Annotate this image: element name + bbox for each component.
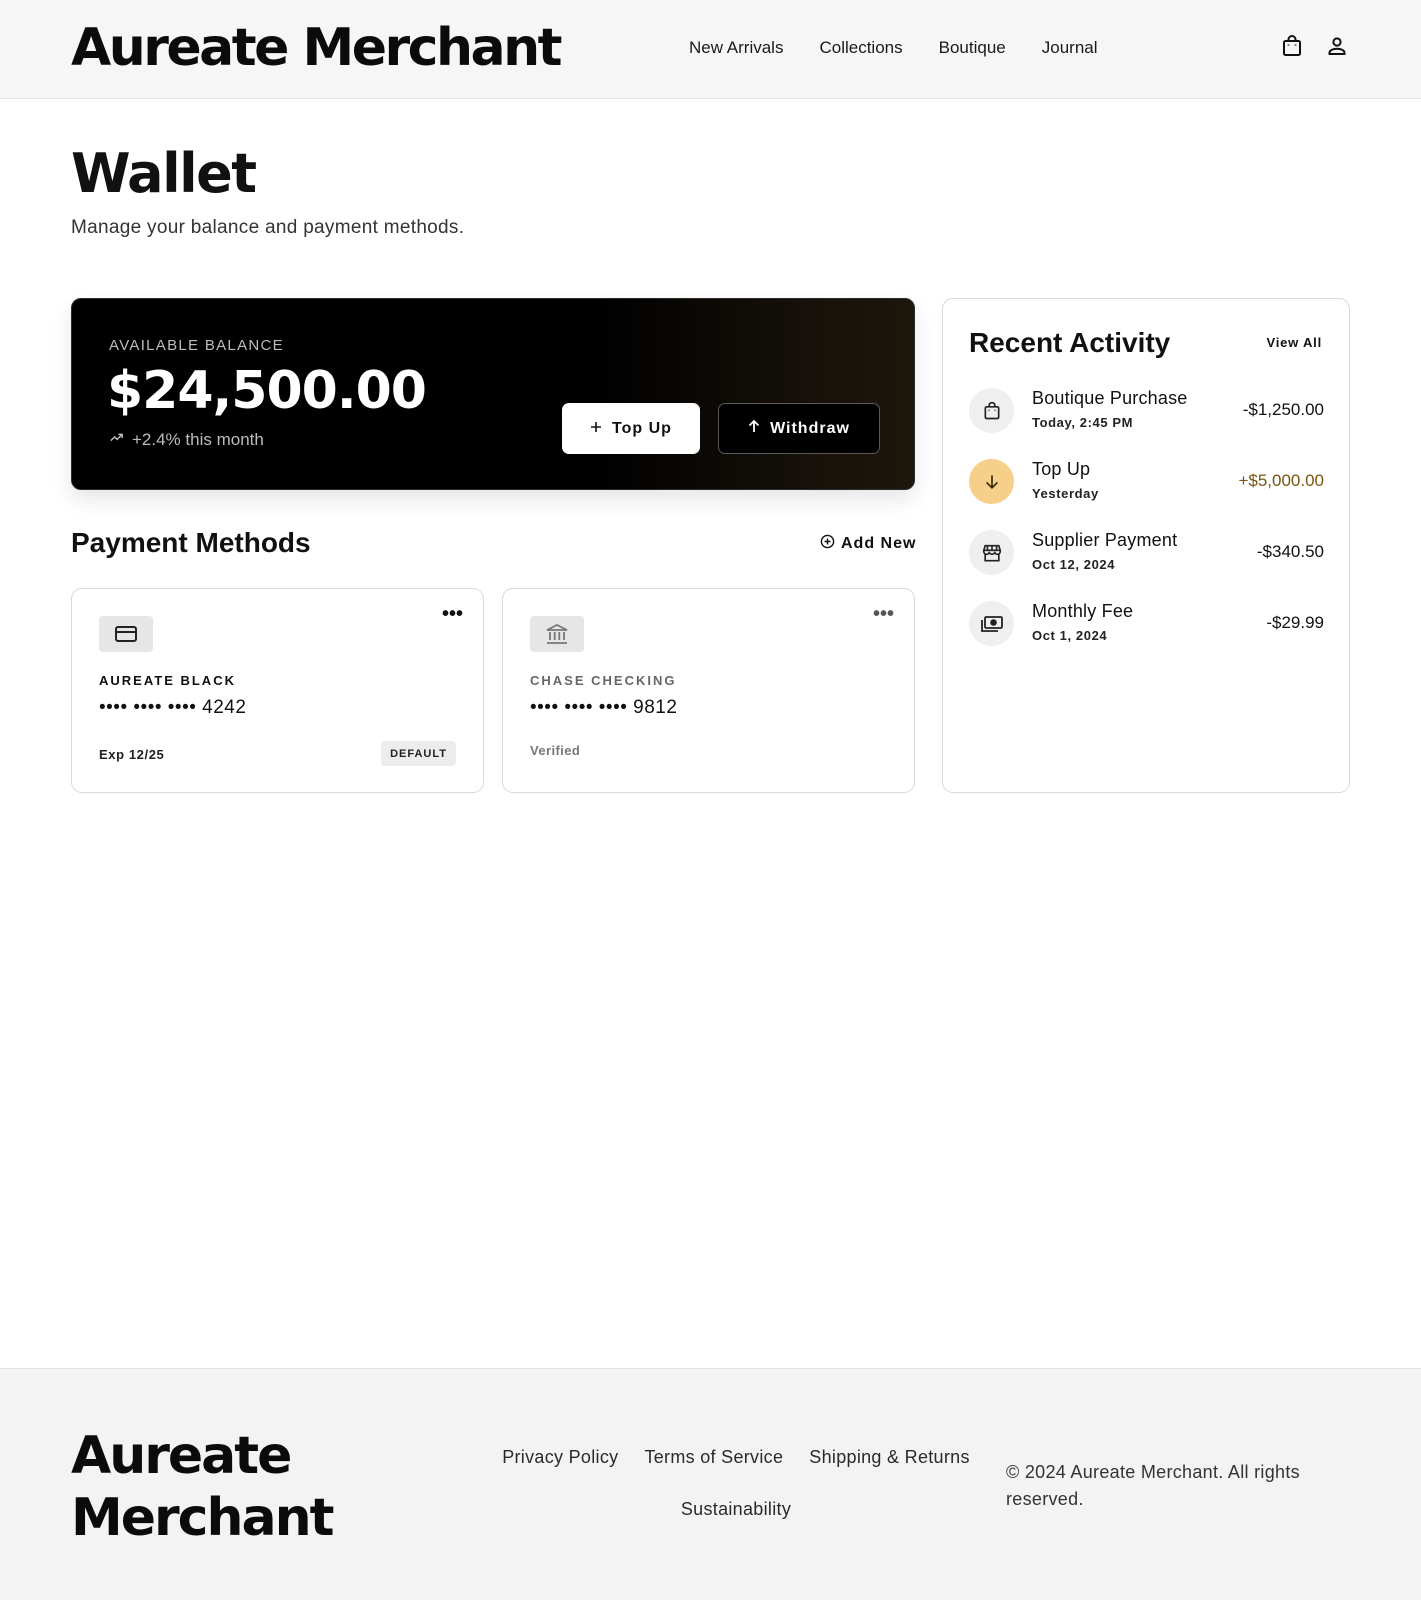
arrow-up-icon xyxy=(748,419,760,438)
card-name: AUREATE BLACK xyxy=(99,673,236,688)
withdraw-button[interactable]: Withdraw xyxy=(718,403,880,454)
trending-up-icon xyxy=(109,430,124,450)
verified-status: Verified xyxy=(530,743,581,758)
balance-trend-text: +2.4% this month xyxy=(132,430,264,449)
nav-boutique[interactable]: Boutique xyxy=(939,38,1006,58)
site-logo[interactable]: Aureate Merchant xyxy=(71,18,562,78)
footer-link-shipping-returns[interactable]: Shipping & Returns xyxy=(809,1447,970,1468)
storefront-icon xyxy=(969,530,1014,575)
balance-amount: $24,500.00 xyxy=(107,361,427,421)
shopping-bag-icon[interactable] xyxy=(1280,34,1304,58)
nav-new-arrivals[interactable]: New Arrivals xyxy=(689,38,783,58)
default-badge: DEFAULT xyxy=(381,741,456,766)
activity-item[interactable]: Top Up Yesterday +$5,000.00 xyxy=(969,458,1324,506)
footer-logo[interactable]: Aureate Merchant xyxy=(71,1425,391,1549)
plus-icon xyxy=(590,420,602,438)
activity-amount: +$5,000.00 xyxy=(1238,471,1324,490)
footer-link-terms-of-service[interactable]: Terms of Service xyxy=(644,1447,783,1468)
payment-methods-title: Payment Methods xyxy=(71,527,311,558)
user-icon[interactable] xyxy=(1325,34,1349,58)
bank-icon xyxy=(530,616,584,652)
activity-amount: -$29.99 xyxy=(1266,613,1324,632)
activity-name: Monthly Fee xyxy=(1032,601,1134,621)
add-payment-method-button[interactable]: Add New xyxy=(820,534,916,554)
page-title: Wallet xyxy=(71,142,257,205)
balance-trend: +2.4% this month xyxy=(109,430,264,450)
activity-amount: -$340.50 xyxy=(1256,542,1324,561)
recent-activity-title: Recent Activity xyxy=(969,327,1171,358)
site-footer: Aureate Merchant Privacy Policy Terms of… xyxy=(0,1368,1421,1600)
payment-card-chase-checking[interactable]: ••• CHASE CHECKING •••• •••• •••• 9812 V… xyxy=(502,588,915,793)
balance-label: AVAILABLE BALANCE xyxy=(109,337,284,354)
activity-date: Oct 1, 2024 xyxy=(1032,628,1108,643)
nav-collections[interactable]: Collections xyxy=(819,38,902,58)
activity-date: Yesterday xyxy=(1032,486,1099,501)
add-circle-icon xyxy=(820,534,835,554)
payments-icon xyxy=(969,601,1014,646)
account-number: •••• •••• •••• 9812 xyxy=(530,697,678,718)
activity-item[interactable]: Supplier Payment Oct 12, 2024 -$340.50 xyxy=(969,529,1324,577)
activity-date: Today, 2:45 PM xyxy=(1032,415,1134,430)
balance-card: AVAILABLE BALANCE $24,500.00 +2.4% this … xyxy=(71,298,915,490)
top-up-label: Top Up xyxy=(612,419,672,437)
add-new-label: Add New xyxy=(841,535,917,552)
activity-name: Supplier Payment xyxy=(1032,530,1178,550)
main-nav: New Arrivals Collections Boutique Journa… xyxy=(689,38,1098,58)
shopping-bag-icon xyxy=(969,388,1014,433)
footer-link-privacy-policy[interactable]: Privacy Policy xyxy=(502,1447,618,1468)
top-up-button[interactable]: Top Up xyxy=(562,403,700,454)
activity-name: Boutique Purchase xyxy=(1032,388,1188,408)
site-header: Aureate Merchant New Arrivals Collection… xyxy=(0,0,1421,99)
credit-card-icon xyxy=(99,616,153,652)
page-subtitle: Manage your balance and payment methods. xyxy=(71,217,465,238)
footer-copyright: © 2024 Aureate Merchant. All rights rese… xyxy=(1006,1462,1300,1509)
more-options-icon[interactable]: ••• xyxy=(873,603,894,626)
activity-item[interactable]: Monthly Fee Oct 1, 2024 -$29.99 xyxy=(969,600,1324,648)
footer-link-sustainability[interactable]: Sustainability xyxy=(681,1499,791,1520)
activity-date: Oct 12, 2024 xyxy=(1032,557,1116,572)
footer-links: Privacy Policy Terms of Service Shipping… xyxy=(486,1447,986,1520)
account-name: CHASE CHECKING xyxy=(530,673,677,688)
activity-item[interactable]: Boutique Purchase Today, 2:45 PM -$1,250… xyxy=(969,387,1324,435)
activity-amount: -$1,250.00 xyxy=(1242,400,1324,419)
arrow-down-icon xyxy=(969,459,1014,504)
recent-activity-panel: Recent Activity View All Boutique Purcha… xyxy=(942,298,1350,793)
activity-name: Top Up xyxy=(1032,459,1091,479)
more-options-icon[interactable]: ••• xyxy=(442,603,463,626)
card-expiry: Exp 12/25 xyxy=(99,747,165,762)
nav-journal[interactable]: Journal xyxy=(1042,38,1098,58)
card-number: •••• •••• •••• 4242 xyxy=(99,697,247,718)
payment-card-aureate-black[interactable]: ••• AUREATE BLACK •••• •••• •••• 4242 Ex… xyxy=(71,588,484,793)
withdraw-label: Withdraw xyxy=(770,419,850,437)
view-all-link[interactable]: View All xyxy=(1266,335,1322,350)
